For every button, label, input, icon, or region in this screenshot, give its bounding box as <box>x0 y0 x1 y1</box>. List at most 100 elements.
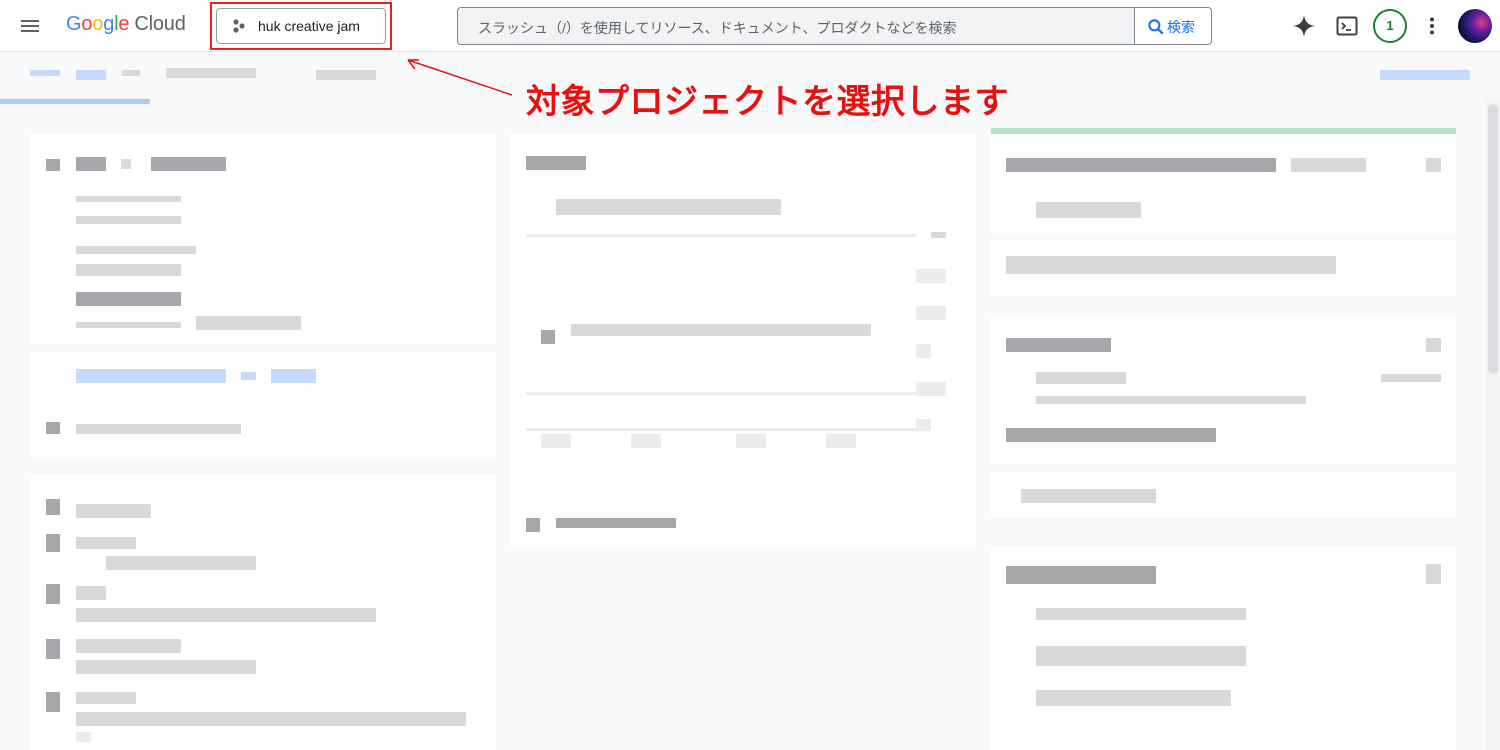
blurred-content <box>1291 158 1366 172</box>
blurred-content <box>1036 690 1231 706</box>
blurred-content <box>526 156 586 170</box>
blurred-content <box>916 306 946 320</box>
blurred-content <box>1006 566 1156 584</box>
blurred-content <box>1036 202 1141 218</box>
blurred-content <box>76 216 181 224</box>
blurred-content <box>76 424 241 434</box>
blurred-content <box>1036 396 1306 404</box>
blurred-content <box>151 157 226 171</box>
scrollbar-thumb[interactable] <box>1488 104 1498 374</box>
annotation-callout: 対象プロジェクトを選択します <box>526 83 1009 121</box>
dashboard-card-api-activity <box>511 134 976 548</box>
search-bar[interactable]: スラッシュ（/）を使用してリソース、ドキュメント、プロダクトなどを検索 検索 <box>457 7 1212 45</box>
blurred-content <box>76 322 181 328</box>
blurred-content <box>271 369 316 383</box>
dashboard-card-news <box>991 546 1456 750</box>
search-button[interactable]: 検索 <box>1134 8 1211 44</box>
search-input[interactable]: スラッシュ（/）を使用してリソース、ドキュメント、プロダクトなどを検索 <box>478 18 957 38</box>
menu-icon[interactable] <box>18 14 42 38</box>
callout-arrow <box>407 59 513 96</box>
blurred-content <box>76 157 106 171</box>
blurred-content <box>1006 256 1336 274</box>
blurred-content <box>526 234 916 237</box>
blurred-content <box>76 639 181 653</box>
blurred-content <box>76 608 376 622</box>
cloud-shell-icon[interactable] <box>1333 12 1361 40</box>
top-app-bar: Google Cloud huk creative jam スラッシュ（/）を使用… <box>0 0 1500 52</box>
blurred-content <box>1036 608 1246 620</box>
blurred-content <box>631 434 661 448</box>
blurred-content <box>916 419 931 431</box>
blurred-content <box>541 330 555 344</box>
blurred-content <box>46 499 60 515</box>
active-tab-indicator <box>0 99 150 104</box>
blurred-content <box>1380 70 1470 80</box>
blurred-content <box>541 434 571 448</box>
dashboard-card-errors <box>991 473 1456 518</box>
blurred-content <box>736 434 766 448</box>
blurred-content <box>916 269 946 283</box>
blurred-content <box>1171 158 1276 172</box>
blurred-content <box>556 518 676 528</box>
blurred-content <box>46 584 60 604</box>
blurred-content <box>122 70 140 76</box>
blurred-content <box>1036 372 1126 384</box>
dashboard-card-link <box>31 352 496 457</box>
blurred-content <box>526 518 540 532</box>
blurred-content <box>46 534 60 552</box>
blurred-content <box>76 537 136 549</box>
logo-google: Google <box>66 13 130 35</box>
blurred-content <box>571 324 871 336</box>
blurred-content <box>76 369 226 383</box>
blurred-content <box>1426 158 1441 172</box>
project-picker-button[interactable]: huk creative jam <box>216 8 386 44</box>
blurred-content <box>76 586 106 600</box>
blurred-content <box>166 68 256 78</box>
blurred-content <box>1021 489 1156 503</box>
avatar[interactable] <box>1458 9 1492 43</box>
google-cloud-logo[interactable]: Google Cloud <box>66 13 186 36</box>
blurred-content <box>30 70 60 76</box>
blurred-content <box>76 732 91 742</box>
blurred-content <box>76 264 181 276</box>
blurred-content <box>241 372 256 380</box>
blurred-content <box>76 70 106 80</box>
blurred-content <box>1006 428 1216 442</box>
blurred-content <box>1006 338 1111 352</box>
blurred-content <box>76 196 181 202</box>
search-button-label: 検索 <box>1167 19 1195 35</box>
dashboard-card-monitoring <box>991 316 1456 464</box>
blurred-content <box>826 434 856 448</box>
blurred-content <box>46 159 60 171</box>
blurred-content <box>1426 564 1441 584</box>
blurred-content <box>1006 158 1171 172</box>
blurred-content <box>1381 374 1441 382</box>
blurred-content <box>106 556 256 570</box>
blurred-content <box>1426 338 1441 352</box>
blurred-content <box>526 392 916 395</box>
more-vert-icon[interactable] <box>1418 12 1446 40</box>
blurred-content <box>76 292 181 306</box>
blurred-content <box>76 246 196 254</box>
blurred-content <box>196 316 301 330</box>
blurred-content <box>76 692 136 704</box>
dashboard-card-resources <box>31 474 496 750</box>
blurred-content <box>931 232 946 238</box>
blurred-content <box>76 712 466 726</box>
project-dots-icon <box>233 19 245 33</box>
gemini-spark-icon[interactable] <box>1290 12 1318 40</box>
blurred-content <box>46 422 60 434</box>
blurred-content <box>76 660 256 674</box>
blurred-content <box>1036 646 1246 666</box>
notification-badge[interactable]: 1 <box>1373 9 1407 43</box>
blurred-content <box>46 692 60 712</box>
dashboard-card-status <box>991 128 1456 233</box>
blurred-content <box>556 199 781 215</box>
dashboard-card-billing <box>991 240 1456 295</box>
dashboard-card-project-info <box>31 134 496 344</box>
blurred-content <box>76 504 151 518</box>
blurred-content <box>316 70 376 80</box>
blurred-content <box>916 382 946 396</box>
blurred-content <box>916 344 931 358</box>
blurred-content <box>46 639 60 659</box>
